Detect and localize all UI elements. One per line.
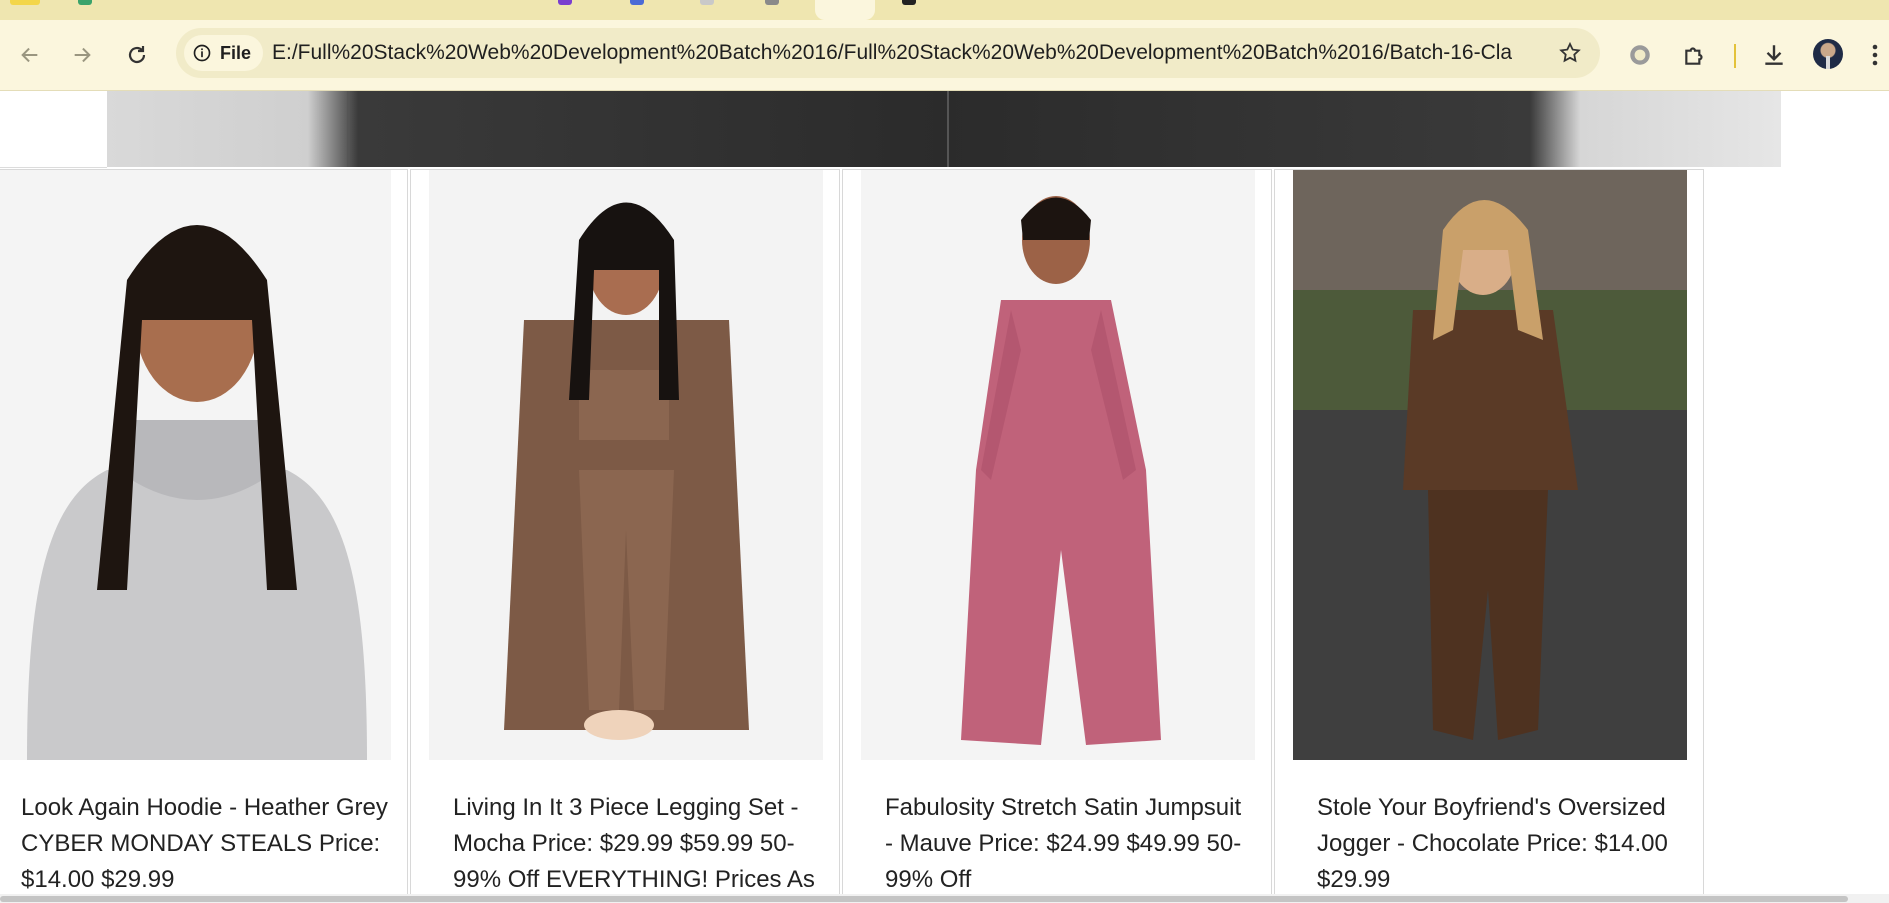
tab-favicon[interactable] xyxy=(765,0,779,5)
back-icon xyxy=(21,47,38,63)
extensions-button[interactable] xyxy=(1673,20,1717,90)
product-photo-legging-set xyxy=(429,170,823,760)
reload-icon xyxy=(128,46,146,64)
download-icon xyxy=(1765,45,1783,65)
hero-detail xyxy=(947,91,949,167)
reload-button[interactable] xyxy=(115,20,159,90)
tab-favicon[interactable] xyxy=(630,0,644,5)
bookmark-button[interactable] xyxy=(1550,28,1590,78)
extension-button[interactable] xyxy=(1618,20,1662,90)
product-title[interactable]: Living In It 3 Piece Legging Set - Mocha… xyxy=(453,790,823,894)
site-info-chip[interactable]: File xyxy=(184,35,264,71)
downloads-button[interactable] xyxy=(1752,20,1796,90)
tab-favicon[interactable] xyxy=(10,0,40,5)
product-card[interactable]: Stole Your Boyfriend's Oversized Jogger … xyxy=(1274,169,1704,894)
puzzle-icon xyxy=(1685,47,1703,65)
browser-toolbar: File E:/Full%20Stack%20Web%20Development… xyxy=(0,20,1889,91)
divider xyxy=(0,167,107,168)
page-content: Look Again Hoodie - Heather Grey CYBER M… xyxy=(0,91,1889,894)
tab-favicon[interactable] xyxy=(78,0,92,5)
product-title[interactable]: Look Again Hoodie - Heather Grey CYBER M… xyxy=(21,790,391,894)
product-image[interactable] xyxy=(861,170,1255,760)
product-card[interactable]: Look Again Hoodie - Heather Grey CYBER M… xyxy=(0,169,408,894)
tab-strip xyxy=(0,0,1889,20)
product-title[interactable]: Stole Your Boyfriend's Oversized Jogger … xyxy=(1317,790,1687,894)
menu-icon xyxy=(1872,44,1878,66)
product-card[interactable]: Living In It 3 Piece Legging Set - Mocha… xyxy=(410,169,840,894)
tab-favicon[interactable] xyxy=(902,0,916,5)
forward-button[interactable] xyxy=(60,20,104,90)
product-image[interactable] xyxy=(429,170,823,760)
url-text[interactable]: E:/Full%20Stack%20Web%20Development%20Ba… xyxy=(272,28,1512,78)
product-photo-satin-jumpsuit xyxy=(861,170,1255,760)
product-photo-oversized-jogger xyxy=(1293,170,1687,760)
toolbar-separator xyxy=(1734,44,1736,68)
address-bar[interactable]: File E:/Full%20Stack%20Web%20Development… xyxy=(176,28,1600,78)
active-tab[interactable] xyxy=(815,0,875,20)
info-icon xyxy=(193,44,211,62)
product-photo-hoodie xyxy=(0,170,391,760)
hero-detail xyxy=(347,91,349,167)
menu-button[interactable] xyxy=(1860,20,1889,90)
forward-icon xyxy=(74,47,91,63)
product-image[interactable] xyxy=(1293,170,1687,760)
site-chip-label: File xyxy=(220,42,252,63)
extension-circle-icon xyxy=(1630,45,1650,65)
horizontal-scrollbar[interactable] xyxy=(0,894,1889,903)
hero-banner-image xyxy=(107,91,1781,167)
back-button[interactable] xyxy=(8,20,52,90)
product-card[interactable]: Fabulosity Stretch Satin Jumpsuit - Mauv… xyxy=(842,169,1272,894)
tab-favicon[interactable] xyxy=(700,0,714,5)
product-title[interactable]: Fabulosity Stretch Satin Jumpsuit - Mauv… xyxy=(885,790,1255,894)
scrollbar-thumb[interactable] xyxy=(0,896,1848,902)
avatar[interactable] xyxy=(1813,39,1843,69)
star-icon xyxy=(1559,41,1581,63)
tab-favicon[interactable] xyxy=(558,0,572,5)
product-image[interactable] xyxy=(0,170,391,760)
